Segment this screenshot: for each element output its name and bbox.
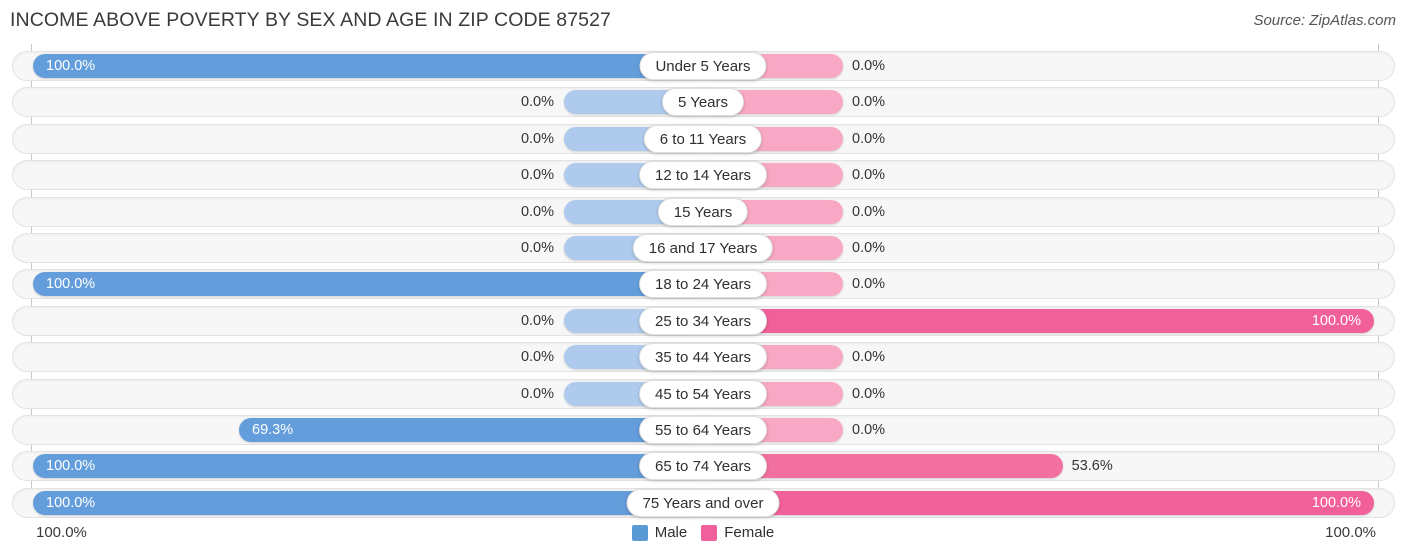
chart-row: 100.0% 100.0% 75 Years and over bbox=[12, 487, 1395, 518]
female-bar-value-label: 0.0% bbox=[852, 385, 886, 402]
male-bar-value-label: 100.0% bbox=[46, 494, 96, 511]
male-bar[interactable]: 100.0% bbox=[33, 54, 704, 78]
source-attribution: Source: ZipAtlas.com bbox=[1253, 12, 1396, 29]
male-bar-value-label: 100.0% bbox=[46, 458, 96, 475]
female-bar-value-label: 0.0% bbox=[852, 167, 886, 184]
category-label-pill[interactable]: 35 to 44 Years bbox=[639, 343, 767, 372]
chart-row: 0.0% 0.0% 35 to 44 Years bbox=[12, 342, 1395, 373]
category-label-pill[interactable]: 6 to 11 Years bbox=[643, 124, 763, 153]
female-bar-value-label: 100.0% bbox=[1311, 312, 1361, 329]
male-bar-value-label: 0.0% bbox=[520, 240, 554, 256]
chart-row: 100.0% 0.0% 18 to 24 Years bbox=[12, 269, 1395, 300]
category-label-pill[interactable]: 5 Years bbox=[661, 88, 745, 117]
male-bar-value-label: 0.0% bbox=[520, 94, 554, 111]
category-label-pill[interactable]: Under 5 Years bbox=[639, 52, 767, 80]
category-label-pill[interactable]: 55 to 64 Years bbox=[639, 416, 767, 444]
male-bar-value-label: 0.0% bbox=[520, 203, 554, 220]
category-label-pill[interactable]: 45 to 54 Years bbox=[639, 379, 767, 408]
chart-legend: Male Female bbox=[0, 524, 1406, 541]
female-bar-value-label: 0.0% bbox=[852, 349, 886, 366]
chart-footer: 100.0% 100.0% Male Female bbox=[0, 516, 1406, 559]
page-title: INCOME ABOVE POVERTY BY SEX AND AGE IN Z… bbox=[10, 9, 612, 31]
legend-label-male: Male bbox=[654, 524, 688, 541]
female-bar-value-label: 0.0% bbox=[852, 422, 886, 438]
chart-row: 0.0% 0.0% 5 Years bbox=[12, 87, 1395, 118]
legend-swatch-male-icon bbox=[631, 524, 648, 541]
chart-row: 0.0% 0.0% 15 Years bbox=[12, 196, 1395, 227]
female-bar-value-label: 0.0% bbox=[852, 130, 886, 147]
chart-plot-area: 100.0% 0.0% Under 5 Years 0.0% 0.0% 5 Years 0.… bbox=[0, 44, 1406, 518]
category-label-pill[interactable]: 65 to 74 Years bbox=[639, 452, 767, 481]
chart-row: 0.0% 0.0% 6 to 11 Years bbox=[12, 123, 1395, 154]
legend-swatch-female-icon bbox=[701, 524, 718, 541]
male-bar-value-label: 100.0% bbox=[46, 276, 96, 293]
category-label-pill[interactable]: 15 Years bbox=[657, 197, 749, 226]
male-bar-value-label: 0.0% bbox=[520, 130, 554, 147]
chart-row: 0.0% 0.0% 45 to 54 Years bbox=[12, 378, 1395, 409]
legend-item-male[interactable]: Male bbox=[631, 524, 688, 541]
female-bar-value-label: 53.6% bbox=[1071, 458, 1113, 475]
female-bar-value-label: 0.0% bbox=[852, 276, 886, 293]
chart-page: INCOME ABOVE POVERTY BY SEX AND AGE IN Z… bbox=[0, 0, 1406, 559]
female-bar[interactable]: 100.0% bbox=[703, 490, 1374, 515]
category-label-pill[interactable]: 75 Years and over bbox=[626, 488, 780, 517]
male-bar-value-label: 69.3% bbox=[252, 422, 294, 438]
male-bar[interactable]: 100.0% bbox=[33, 454, 704, 479]
male-bar-value-label: 0.0% bbox=[520, 167, 554, 184]
female-bar[interactable]: 100.0% bbox=[703, 308, 1374, 333]
male-bar-value-label: 0.0% bbox=[520, 349, 554, 366]
category-label-pill[interactable]: 25 to 34 Years bbox=[639, 306, 767, 335]
female-bar-value-label: 100.0% bbox=[1311, 494, 1361, 511]
female-bar-value-label: 0.0% bbox=[852, 240, 886, 256]
chart-header: INCOME ABOVE POVERTY BY SEX AND AGE IN Z… bbox=[0, 0, 1406, 44]
chart-row: 69.3% 0.0% 55 to 64 Years bbox=[12, 415, 1395, 445]
male-bar-value-label: 0.0% bbox=[520, 385, 554, 402]
male-bar[interactable]: 100.0% bbox=[33, 272, 704, 297]
male-bar-value-label: 0.0% bbox=[520, 312, 554, 329]
chart-row: 100.0% 0.0% Under 5 Years bbox=[12, 51, 1395, 81]
category-label-pill[interactable]: 12 to 14 Years bbox=[639, 161, 767, 190]
chart-row: 100.0% 53.6% 65 to 74 Years bbox=[12, 451, 1395, 482]
category-label-pill[interactable]: 18 to 24 Years bbox=[639, 270, 767, 299]
female-bar-value-label: 0.0% bbox=[852, 203, 886, 220]
chart-row: 0.0% 0.0% 16 and 17 Years bbox=[12, 233, 1395, 263]
chart-row: 0.0% 0.0% 12 to 14 Years bbox=[12, 160, 1395, 191]
female-bar-value-label: 0.0% bbox=[852, 94, 886, 111]
category-label-pill[interactable]: 16 and 17 Years bbox=[632, 234, 774, 262]
legend-label-female: Female bbox=[724, 524, 775, 541]
legend-item-female[interactable]: Female bbox=[701, 524, 774, 541]
chart-row: 0.0% 100.0% 25 to 34 Years bbox=[12, 305, 1395, 336]
male-bar[interactable]: 69.3% bbox=[239, 418, 704, 442]
male-bar[interactable]: 100.0% bbox=[33, 490, 704, 515]
male-bar-value-label: 100.0% bbox=[46, 58, 96, 74]
female-bar-value-label: 0.0% bbox=[852, 58, 886, 74]
